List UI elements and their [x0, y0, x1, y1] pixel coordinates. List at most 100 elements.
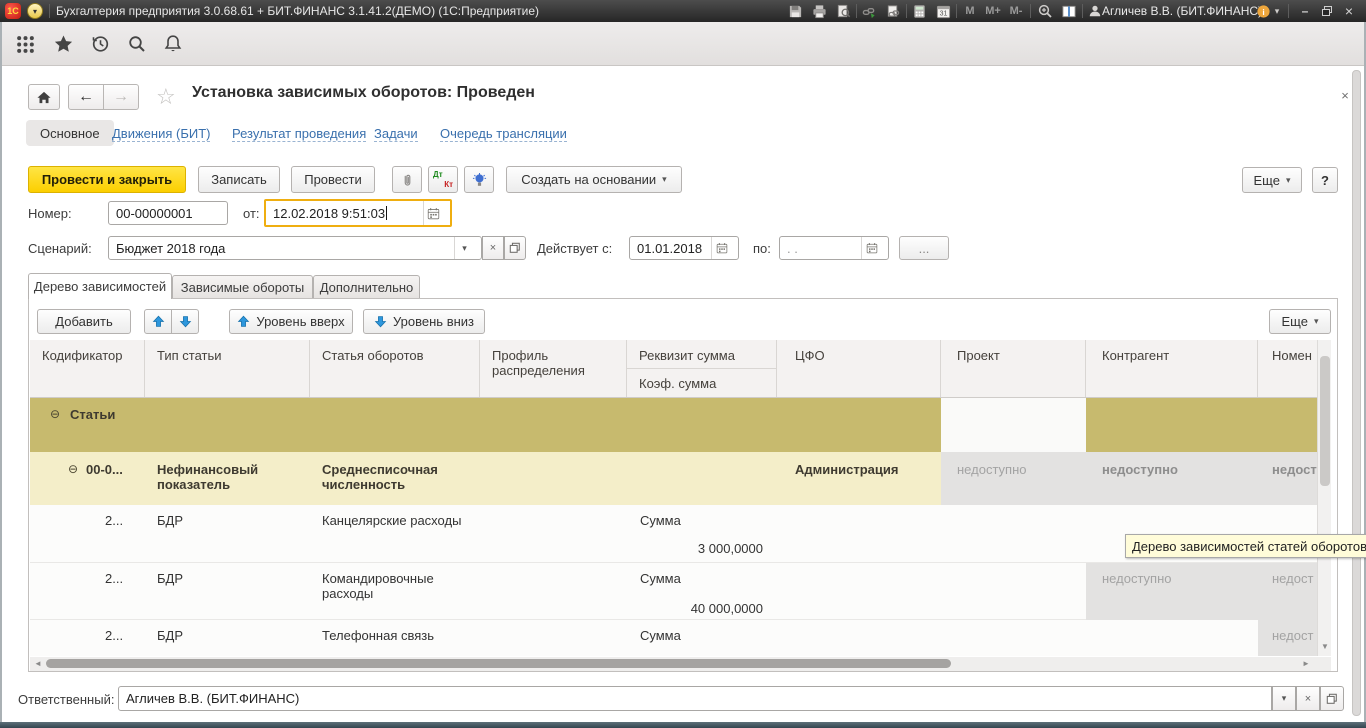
more-button-table[interactable]: Еще▾: [1269, 309, 1331, 334]
valid-to-label: по:: [753, 241, 771, 256]
print-icon[interactable]: [810, 3, 828, 19]
dt-kt-postings-button[interactable]: ДтКт: [428, 166, 458, 193]
link-tasks[interactable]: Задачи: [374, 126, 418, 142]
post-and-close-button[interactable]: Провести и закрыть: [28, 166, 186, 193]
ellipsis-button[interactable]: ...: [899, 236, 949, 260]
add-button[interactable]: Добавить: [37, 309, 131, 334]
post-button[interactable]: Провести: [291, 166, 375, 193]
table-vertical-scrollbar[interactable]: ▼: [1317, 340, 1331, 656]
back-button[interactable]: ←: [68, 84, 104, 110]
valid-from-calendar-icon[interactable]: [711, 237, 731, 259]
column-header-cfo[interactable]: ЦФО: [777, 340, 941, 398]
expander-icon[interactable]: ⊖: [68, 462, 78, 477]
forward-button[interactable]: →: [103, 84, 139, 110]
valid-to-calendar-icon[interactable]: [861, 237, 881, 259]
main-menu-grid-icon[interactable]: [14, 33, 36, 55]
memory-m-minus-button[interactable]: M-: [1006, 3, 1026, 19]
column-header-contractor[interactable]: Контрагент: [1086, 340, 1258, 398]
scroll-down-icon[interactable]: ▼: [1321, 643, 1329, 651]
link-translation-queue[interactable]: Очередь трансляции: [440, 126, 567, 142]
search-icon[interactable]: [126, 33, 148, 55]
scrollbar-thumb[interactable]: [46, 659, 951, 668]
responsible-open-button[interactable]: [1320, 686, 1344, 711]
scenario-dropdown-icon[interactable]: ▾: [454, 237, 474, 259]
column-header-coef-sum[interactable]: Коэф. сумма: [627, 369, 777, 398]
link-movements[interactable]: Движения (БИТ): [112, 126, 210, 142]
form-vertical-scrollbar[interactable]: [1352, 70, 1361, 716]
create-on-basis-button[interactable]: Создать на основании▾: [506, 166, 682, 193]
tab-additional[interactable]: Дополнительно: [313, 275, 420, 298]
table-horizontal-scrollbar[interactable]: ◄ ►: [30, 657, 1331, 671]
favorite-star-icon[interactable]: ☆: [156, 84, 176, 110]
valid-from-input[interactable]: 01.01.2018: [629, 236, 739, 260]
calendar-icon[interactable]: 31: [934, 3, 952, 19]
scenario-combo[interactable]: Бюджет 2018 года ▾: [108, 236, 482, 260]
memory-m-button[interactable]: M: [960, 3, 980, 19]
move-down-button[interactable]: [171, 309, 199, 334]
info-icon[interactable]: i: [1254, 3, 1272, 19]
responsible-clear-button[interactable]: ×: [1296, 686, 1320, 711]
history-icon[interactable]: [89, 33, 111, 55]
responsible-dropdown-button[interactable]: ▾: [1272, 686, 1296, 711]
table-row-item[interactable]: недоступно недост 2... БДР Командировочн…: [30, 563, 1317, 620]
get-link-icon[interactable]: [860, 3, 878, 19]
level-down-button[interactable]: Уровень вниз: [363, 309, 485, 334]
scenario-clear-button[interactable]: ×: [482, 236, 504, 260]
date-picker-calendar-icon[interactable]: [423, 201, 443, 225]
number-input[interactable]: 00-00000001: [108, 201, 228, 225]
back-arrow-icon: ←: [78, 88, 94, 106]
info-caret-icon[interactable]: ▾: [1272, 3, 1282, 19]
scroll-left-icon[interactable]: ◄: [34, 660, 42, 668]
print-preview-icon[interactable]: [834, 3, 852, 19]
column-header-project[interactable]: Проект: [941, 340, 1086, 398]
system-menu-button[interactable]: ▾: [27, 3, 43, 19]
column-header-profile[interactable]: Профиль распределения: [480, 340, 627, 398]
table-row-subgroup[interactable]: недоступно недоступно недост ⊖ 00-0... Н…: [30, 452, 1317, 505]
memory-m-plus-button[interactable]: M+: [983, 3, 1003, 19]
scroll-right-icon[interactable]: ►: [1302, 660, 1310, 668]
column-header-article[interactable]: Статья оборотов: [310, 340, 480, 398]
level-up-button[interactable]: Уровень вверх: [229, 309, 353, 334]
table-row-item[interactable]: 2... БДР Канцелярские расходы Сумма 3 00…: [30, 505, 1317, 563]
table-row-group[interactable]: ⊖ Статьи: [30, 398, 1317, 452]
date-input[interactable]: 12.02.2018 9:51:03: [264, 199, 452, 227]
restore-button[interactable]: [1318, 2, 1336, 19]
move-up-button[interactable]: [144, 309, 172, 334]
save-icon[interactable]: [786, 3, 804, 19]
go-to-link-icon[interactable]: [884, 3, 902, 19]
table-row-item[interactable]: недост 2... БДР Телефонная связь Сумма: [30, 620, 1317, 656]
favorites-star-icon[interactable]: [52, 33, 74, 55]
cell-attr-sum: Сумма: [640, 513, 681, 528]
cell-code: 2...: [105, 513, 123, 528]
calculator-icon[interactable]: [910, 3, 928, 19]
close-window-button[interactable]: ×: [1340, 2, 1358, 19]
valid-to-input[interactable]: . .: [779, 236, 889, 260]
more-button-top[interactable]: Еще▾: [1242, 167, 1302, 193]
scrollbar-thumb[interactable]: [1320, 356, 1330, 486]
responsible-label: Ответственный:: [18, 692, 114, 707]
minimize-button[interactable]: –: [1296, 2, 1314, 19]
attachments-button[interactable]: [392, 166, 422, 193]
column-header-article-type[interactable]: Тип статьи: [145, 340, 310, 398]
scenario-open-button[interactable]: [504, 236, 526, 260]
tab-dependency-tree[interactable]: Дерево зависимостей: [28, 273, 172, 299]
zoom-icon[interactable]: [1036, 3, 1054, 19]
column-header-nomenclature[interactable]: Номен: [1258, 340, 1317, 398]
expander-icon[interactable]: ⊖: [50, 407, 60, 422]
help-button[interactable]: ?: [1312, 167, 1338, 193]
notifications-bell-icon[interactable]: [162, 33, 184, 55]
column-header-attr-sum[interactable]: Реквизит сумма: [627, 340, 777, 369]
write-button[interactable]: Записать: [198, 166, 280, 193]
current-user[interactable]: Агличев В.В. (БИТ.ФИНАНС): [1102, 4, 1262, 18]
home-button[interactable]: [28, 84, 60, 110]
responsible-combo[interactable]: Агличев В.В. (БИТ.ФИНАНС): [118, 686, 1272, 711]
forward-arrow-icon: →: [113, 88, 129, 106]
tab-dependent-turnovers[interactable]: Зависимые обороты: [172, 275, 313, 298]
hint-button[interactable]: [464, 166, 494, 193]
column-header-codifier[interactable]: Кодификатор: [30, 340, 145, 398]
chevron-down-icon: ▾: [1314, 317, 1319, 326]
tab-main[interactable]: Основное: [26, 120, 114, 146]
link-posting-result[interactable]: Результат проведения: [232, 126, 366, 142]
split-window-icon[interactable]: [1060, 3, 1078, 19]
cell-attr-sum: Сумма: [640, 628, 681, 643]
